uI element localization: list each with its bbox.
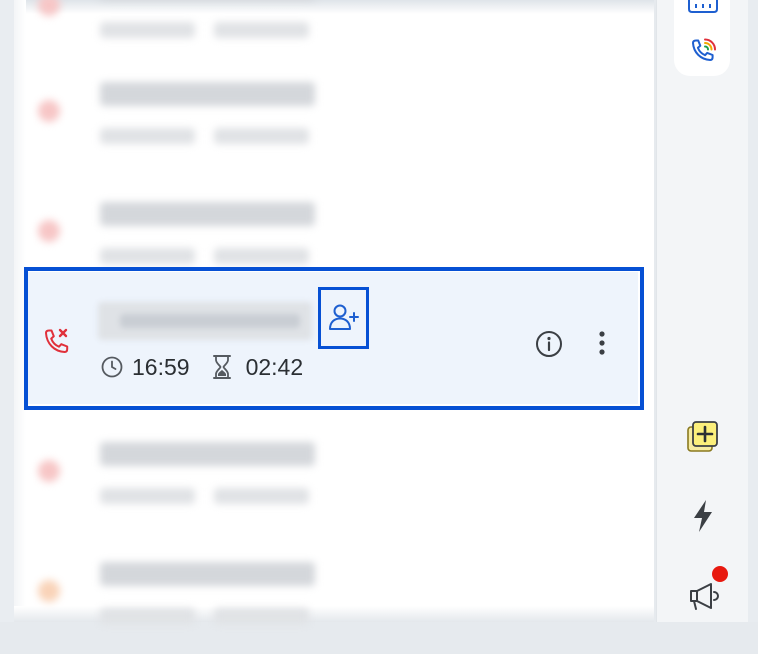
- list-item[interactable]: [14, 0, 654, 68]
- contact-name: [100, 442, 315, 466]
- call-meta: 16:59 02:42: [100, 352, 303, 382]
- call-time: [100, 248, 195, 264]
- add-user-icon: [328, 304, 359, 330]
- clock-icon: [101, 356, 123, 378]
- missed-call-icon: [40, 326, 74, 360]
- contact-name: [100, 562, 315, 586]
- dialpad-icon[interactable]: [686, 0, 720, 14]
- contact-name: [100, 202, 315, 226]
- notification-badge: [712, 566, 728, 582]
- announcements-icon[interactable]: [684, 576, 722, 614]
- call-time: [100, 488, 195, 504]
- list-item[interactable]: [14, 424, 654, 534]
- call-time: [100, 128, 195, 144]
- more-options-button[interactable]: [588, 326, 616, 360]
- missed-call-icon: [38, 580, 60, 602]
- call-duration: 02:42: [245, 353, 304, 380]
- background-strip: [0, 0, 14, 622]
- missed-call-icon: [38, 100, 60, 122]
- contact-name: [98, 302, 312, 340]
- list-item[interactable]: [14, 544, 654, 654]
- call-info-button[interactable]: [533, 328, 565, 360]
- missed-call-icon: [38, 460, 60, 482]
- call-time: 16:59: [132, 353, 190, 380]
- call-duration: [214, 488, 309, 504]
- missed-call-icon: [38, 220, 60, 242]
- info-icon: [536, 331, 562, 357]
- hourglass-icon: [210, 354, 234, 380]
- call-history-icon[interactable]: [686, 34, 720, 68]
- call-time: [100, 22, 195, 38]
- list-item[interactable]: [14, 64, 654, 174]
- call-duration: [214, 128, 309, 144]
- call-duration: [214, 22, 309, 38]
- notes-icon[interactable]: [684, 418, 722, 456]
- background-strip: [748, 0, 758, 622]
- call-duration: [214, 248, 309, 264]
- add-contact-button[interactable]: [318, 287, 369, 349]
- missed-call-icon: [38, 0, 60, 16]
- more-vertical-icon: [599, 331, 605, 355]
- quick-actions-icon[interactable]: [688, 498, 718, 534]
- contact-name: [100, 82, 315, 106]
